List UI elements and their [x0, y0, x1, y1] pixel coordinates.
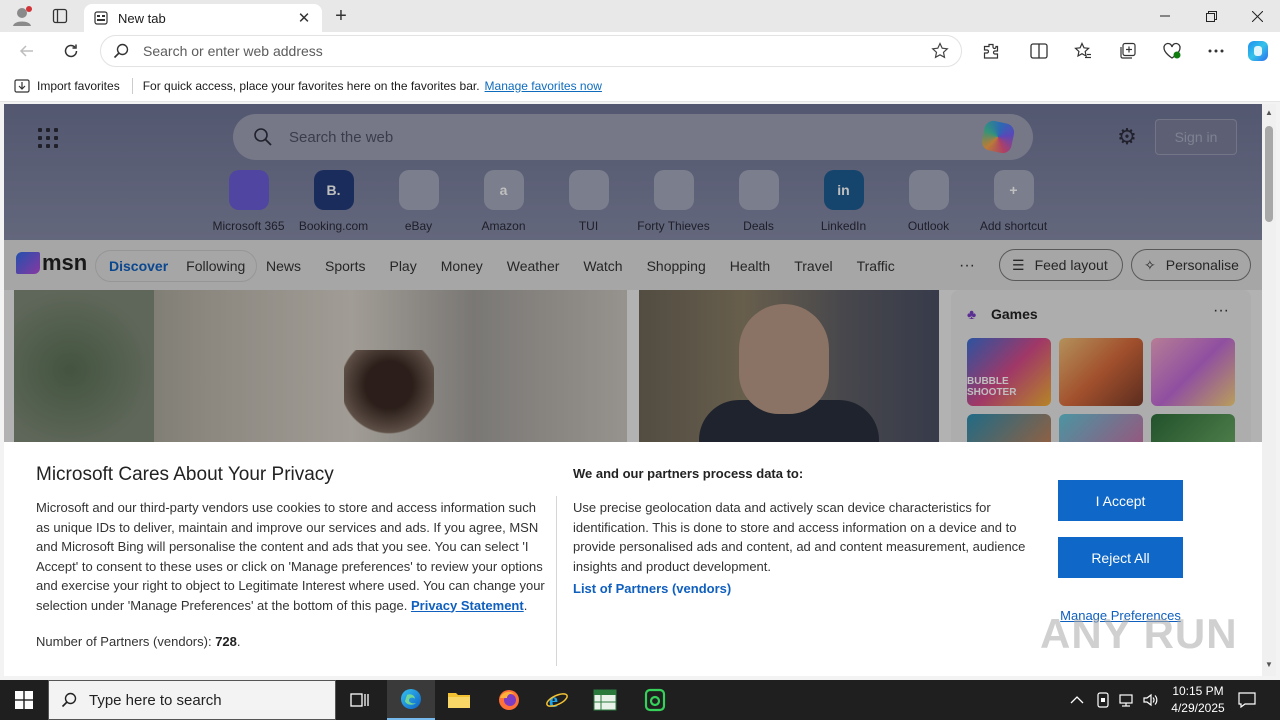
partners-count-line: Number of Partners (vendors): 728. — [36, 634, 241, 649]
taskbar-search-placeholder: Type here to search — [89, 691, 222, 709]
partners-count: 728 — [215, 634, 237, 649]
device-icon[interactable] — [1096, 680, 1110, 720]
partners-label: Number of Partners (vendors): — [36, 634, 212, 649]
page-scrollbar[interactable]: ▲ ▼ — [1262, 104, 1276, 676]
internet-explorer-icon[interactable]: e — [533, 680, 581, 720]
import-favorites-button[interactable]: Import favorites — [14, 79, 120, 93]
partners-period: . — [236, 634, 241, 649]
green-app-icon[interactable] — [631, 680, 679, 720]
favorites-icon[interactable] — [1068, 37, 1098, 65]
network-icon[interactable] — [1118, 680, 1136, 720]
back-icon[interactable] — [12, 37, 42, 65]
manage-favorites-link[interactable]: Manage favorites now — [485, 79, 602, 93]
more-options-icon[interactable] — [1201, 37, 1231, 65]
privacy-body-text: Microsoft and our third-party vendors us… — [36, 500, 545, 613]
address-input[interactable] — [143, 43, 931, 59]
close-tab-icon[interactable]: ✕ — [296, 9, 312, 27]
import-favorites-label: Import favorites — [37, 78, 120, 93]
spreadsheet-app-icon[interactable] — [581, 680, 629, 720]
minimize-icon[interactable] — [1142, 0, 1188, 32]
clock-time: 10:15 PM — [1172, 684, 1224, 698]
favorite-star-icon[interactable] — [931, 42, 949, 60]
new-tab-page-icon — [94, 11, 108, 25]
purposes-title: We and our partners process data to: — [573, 466, 804, 481]
windows-taskbar: Type here to search e 10:15 PM 4/29/2025 — [0, 680, 1280, 720]
new-tab-page: ⚙ Sign in Microsoft 365B.Booking.comeBay… — [4, 104, 1262, 676]
copilot-icon[interactable] — [1243, 37, 1273, 65]
profile-icon[interactable] — [6, 4, 38, 28]
privacy-statement-link[interactable]: Privacy Statement — [411, 598, 524, 613]
partners-list-link[interactable]: List of Partners (vendors) — [573, 581, 731, 596]
anyrun-watermark: ANY RUN — [1040, 610, 1238, 657]
scrollbar-thumb[interactable] — [1265, 126, 1273, 222]
favorites-message: For quick access, place your favorites h… — [142, 78, 480, 93]
taskbar-clock[interactable]: 10:15 PM 4/29/2025 — [1160, 683, 1236, 717]
volume-icon[interactable] — [1142, 680, 1160, 720]
tab-actions-icon[interactable] — [44, 4, 76, 28]
privacy-divider — [556, 496, 557, 666]
notifications-icon[interactable] — [1238, 680, 1256, 720]
split-screen-icon[interactable] — [1024, 37, 1054, 65]
accept-button[interactable]: I Accept — [1058, 480, 1183, 521]
edge-taskbar-icon[interactable] — [387, 680, 435, 720]
tab-title: New tab — [118, 10, 166, 26]
search-icon — [113, 43, 129, 59]
task-view-icon[interactable] — [336, 680, 384, 720]
scroll-down-icon[interactable]: ▼ — [1264, 660, 1274, 669]
extensions-icon[interactable] — [976, 37, 1006, 65]
overlay-dim — [4, 104, 1262, 442]
tray-chevron-icon[interactable] — [1070, 680, 1084, 720]
taskbar-search-box[interactable]: Type here to search — [48, 680, 336, 720]
privacy-title: Microsoft Cares About Your Privacy — [36, 464, 334, 485]
scroll-up-icon[interactable]: ▲ — [1264, 108, 1274, 117]
restore-icon[interactable] — [1188, 0, 1234, 32]
browser-toolbar — [0, 32, 1280, 70]
file-explorer-icon[interactable] — [435, 680, 483, 720]
firefox-icon[interactable] — [485, 680, 533, 720]
new-tab-button[interactable]: + — [328, 4, 354, 28]
tab-new-tab[interactable]: New tab ✕ — [84, 4, 322, 32]
windows-start-icon[interactable] — [0, 680, 48, 720]
privacy-period: . — [523, 597, 528, 613]
import-favorites-icon — [14, 78, 30, 93]
close-window-icon[interactable] — [1234, 0, 1280, 32]
purposes-text: Use precise geolocation data and activel… — [573, 500, 1026, 574]
clock-date: 4/29/2025 — [1171, 701, 1225, 715]
browser-essentials-icon[interactable] — [1157, 37, 1187, 65]
privacy-body: Microsoft and our third-party vendors us… — [36, 498, 546, 615]
favorites-bar: Import favorites For quick access, place… — [0, 70, 1280, 102]
search-icon — [61, 692, 77, 708]
favorites-divider — [131, 77, 133, 94]
collections-icon[interactable] — [1113, 37, 1143, 65]
tab-strip: New tab ✕ + — [0, 0, 1280, 32]
address-bar[interactable] — [100, 35, 962, 67]
reject-all-button[interactable]: Reject All — [1058, 537, 1183, 578]
refresh-icon[interactable] — [56, 37, 86, 65]
svg-text:e: e — [549, 690, 558, 712]
